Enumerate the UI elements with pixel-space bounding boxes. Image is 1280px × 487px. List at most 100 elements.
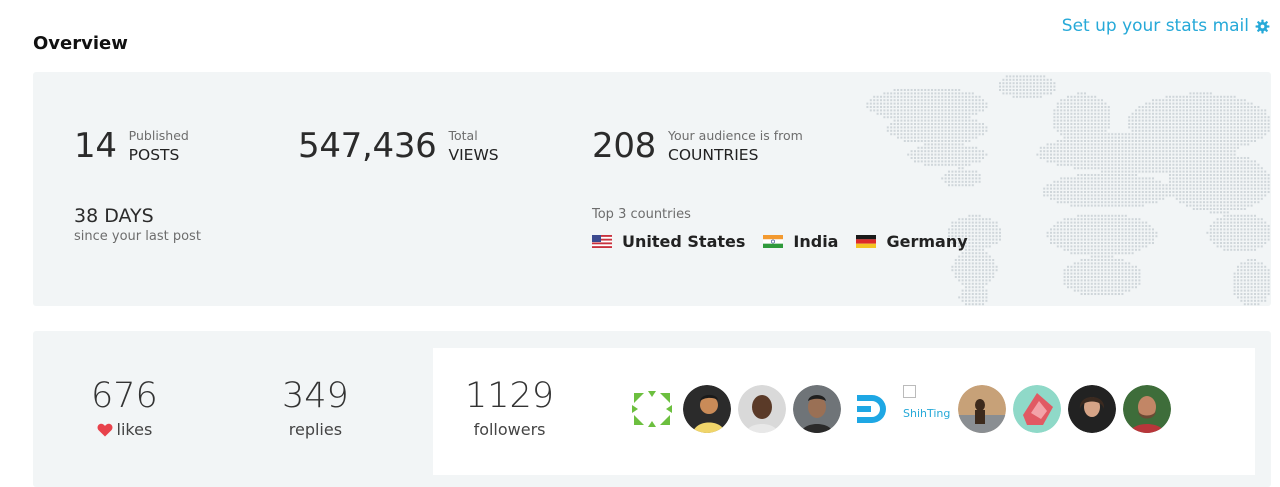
- map-dot: [1029, 75, 1032, 78]
- map-dot: [1199, 150, 1202, 153]
- map-dot: [965, 303, 967, 306]
- map-dot: [1050, 197, 1052, 200]
- map-dot: [1172, 191, 1175, 193]
- map-dot: [1087, 191, 1090, 193]
- map-dot: [883, 95, 886, 98]
- avatar[interactable]: [848, 385, 896, 433]
- gear-icon[interactable]: [1255, 19, 1270, 34]
- map-dot: [1196, 129, 1199, 132]
- map-dot: [1226, 119, 1229, 122]
- map-dot: [1114, 269, 1117, 272]
- avatar[interactable]: [793, 385, 841, 433]
- map-dot: [1250, 112, 1253, 115]
- map-dot: [1138, 235, 1141, 238]
- map-dot: [1257, 167, 1260, 170]
- map-dot: [1254, 282, 1256, 285]
- map-dot: [1254, 303, 1256, 306]
- map-dot: [1131, 136, 1134, 139]
- map-dot: [914, 99, 916, 102]
- map-dot: [1084, 177, 1086, 180]
- map-dot: [1107, 184, 1110, 187]
- map-dot: [1148, 119, 1151, 122]
- map-dot: [1107, 170, 1110, 173]
- map-dot: [954, 180, 957, 183]
- map-dot: [1107, 187, 1110, 190]
- map-dot: [975, 129, 978, 132]
- map-dot: [982, 248, 984, 251]
- map-dot: [1158, 170, 1161, 173]
- map-dot: [914, 106, 916, 108]
- map-dot: [1053, 197, 1056, 200]
- map-dot: [982, 235, 984, 238]
- map-dot: [876, 95, 879, 98]
- map-dot: [1233, 163, 1236, 166]
- map-dot: [1036, 85, 1039, 88]
- avatar[interactable]: [628, 385, 676, 433]
- map-dot: [1243, 293, 1246, 295]
- map-dot: [1128, 238, 1131, 241]
- map-dot: [978, 102, 981, 105]
- map-dot: [1206, 140, 1209, 142]
- map-dot: [1097, 194, 1100, 197]
- map-dot: [1172, 153, 1175, 156]
- map-dot: [1073, 180, 1076, 183]
- map-dot: [1250, 286, 1253, 289]
- map-dot: [1131, 163, 1134, 166]
- map-dot: [971, 150, 974, 153]
- map-dot: [1162, 170, 1165, 173]
- map-dot: [1179, 177, 1182, 180]
- map-dot: [1209, 99, 1212, 102]
- map-dot: [1114, 201, 1117, 204]
- map-dot: [1240, 208, 1243, 210]
- map-dot: [1199, 119, 1202, 122]
- avatar[interactable]: [1013, 385, 1061, 433]
- map-dot: [1050, 160, 1052, 163]
- map-dot: [1240, 272, 1243, 275]
- avatar-broken-image[interactable]: ShihTing: [903, 385, 951, 433]
- map-dot: [1203, 194, 1205, 197]
- posts-caps-label: POSTS: [128, 146, 180, 164]
- map-dot: [1254, 245, 1256, 248]
- map-dot: [1223, 102, 1226, 105]
- map-dot: [982, 106, 984, 108]
- map-dot: [1145, 242, 1148, 244]
- avatar[interactable]: [1068, 385, 1116, 433]
- stats-mail-label[interactable]: Set up your stats mail: [1062, 16, 1249, 36]
- map-dot: [1260, 276, 1263, 278]
- map-dot: [1182, 116, 1185, 119]
- map-dot: [1135, 225, 1137, 227]
- avatar[interactable]: [958, 385, 1006, 433]
- map-dot: [1216, 129, 1219, 132]
- map-dot: [1111, 218, 1114, 221]
- map-dot: [1022, 95, 1025, 98]
- map-dot: [1131, 129, 1134, 132]
- map-dot: [907, 116, 910, 119]
- map-dot: [1203, 184, 1205, 187]
- map-dot: [1043, 157, 1046, 159]
- map-dot: [1077, 218, 1080, 221]
- map-dot: [1104, 150, 1107, 153]
- map-dot: [1175, 177, 1178, 180]
- avatar[interactable]: [1123, 385, 1171, 433]
- map-dot: [1036, 82, 1039, 85]
- map-dot: [920, 116, 923, 119]
- map-dot: [1145, 126, 1148, 129]
- map-dot: [958, 136, 961, 139]
- map-dot: [1243, 119, 1246, 122]
- avatar[interactable]: [683, 385, 731, 433]
- map-dot: [1267, 187, 1270, 190]
- map-dot: [1220, 197, 1222, 200]
- map-dot: [944, 119, 947, 122]
- map-dot: [1192, 116, 1195, 119]
- map-dot: [1243, 106, 1246, 108]
- stats-mail-link[interactable]: Set up your stats mail: [1062, 16, 1270, 36]
- map-dot: [1182, 170, 1185, 173]
- map-dot: [1131, 282, 1134, 285]
- map-dot: [1158, 112, 1161, 115]
- map-dot: [1033, 85, 1035, 88]
- map-dot: [1121, 286, 1124, 289]
- map-dot: [1036, 92, 1039, 95]
- map-dot: [1247, 143, 1250, 146]
- map-dot: [1203, 106, 1205, 108]
- avatar[interactable]: [738, 385, 786, 433]
